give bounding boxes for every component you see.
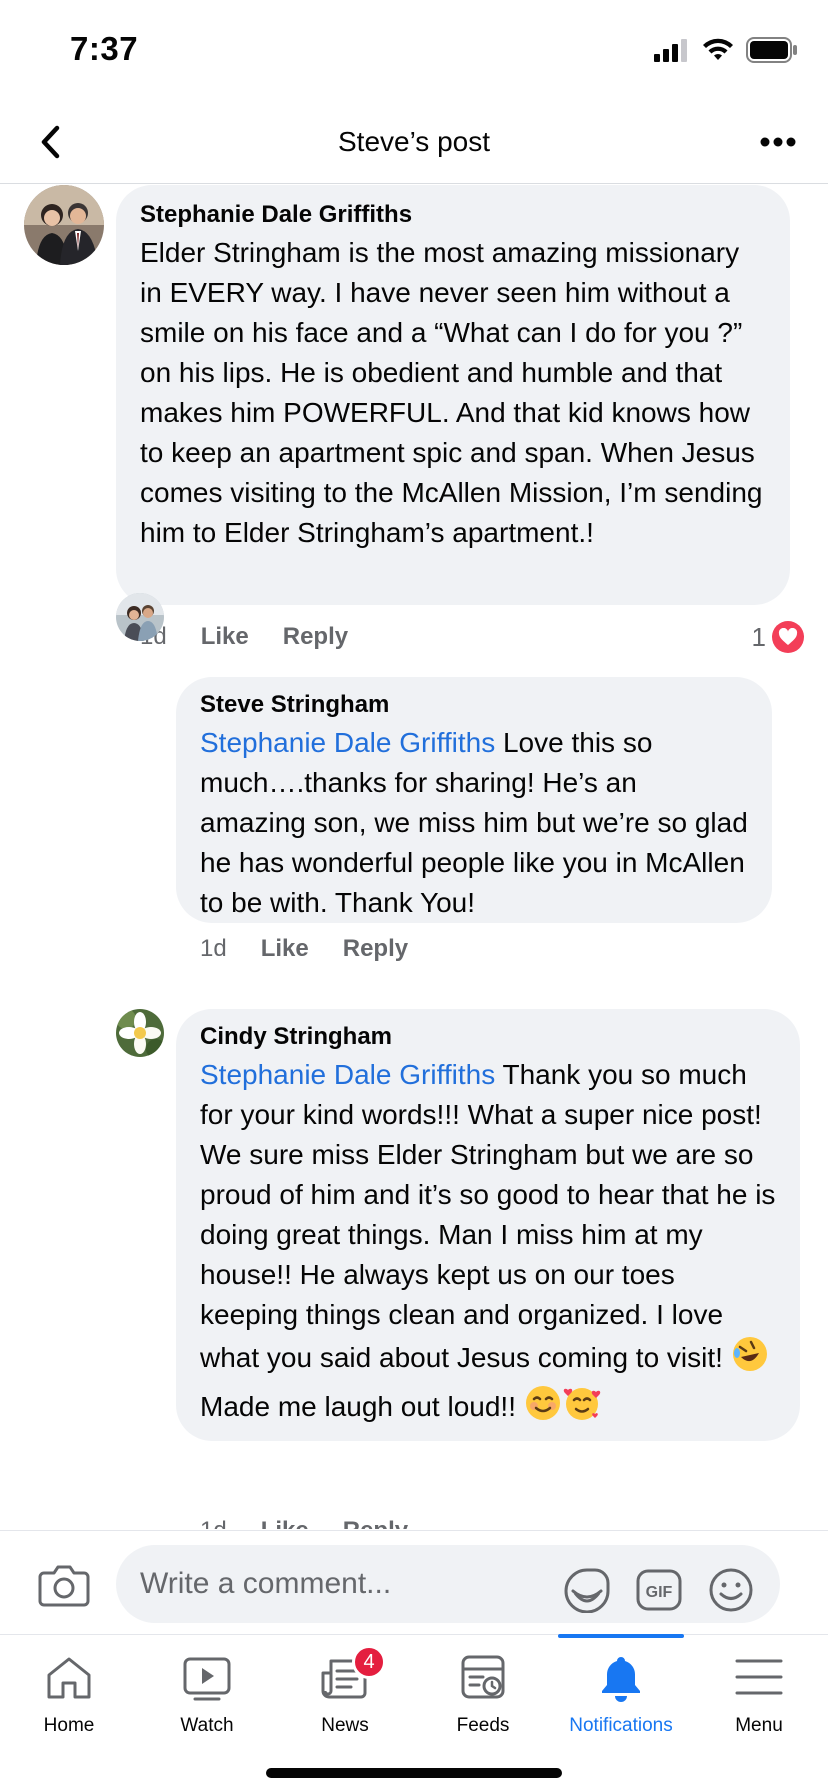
tab-home[interactable]: Home: [0, 1635, 138, 1745]
mention-link[interactable]: Stephanie Dale Griffiths: [200, 1059, 495, 1090]
comment-author[interactable]: Stephanie Dale Griffiths: [140, 201, 766, 229]
gif-icon: GIF: [636, 1569, 682, 1611]
bell-icon: [602, 1657, 640, 1702]
tab-label: Notifications: [569, 1715, 673, 1736]
more-icon: [760, 137, 796, 147]
comment-text: Stephanie Dale Griffiths Love this so mu…: [200, 723, 748, 923]
watch-icon: [183, 1657, 231, 1701]
tab-news[interactable]: 4 News: [276, 1635, 414, 1745]
status-bar: 7:37: [0, 0, 828, 100]
comment-text: Stephanie Dale Griffiths Thank you so mu…: [200, 1055, 776, 1433]
avatar[interactable]: [24, 185, 104, 265]
comment-thread[interactable]: Stephanie Dale Griffiths Elder Stringham…: [0, 185, 828, 1529]
tab-label: Home: [43, 1715, 95, 1736]
comment-time: 1d: [200, 935, 227, 962]
tab-label: Watch: [180, 1715, 234, 1736]
notification-badge: 4: [352, 1645, 386, 1679]
status-icons: [654, 36, 798, 64]
like-button[interactable]: Like: [261, 935, 309, 963]
tab-label: Menu: [735, 1715, 783, 1736]
more-options-button[interactable]: [758, 128, 798, 156]
comment-actions: 1d Like Reply: [200, 929, 442, 969]
camera-icon: [38, 1565, 90, 1607]
battery-icon: [746, 37, 797, 63]
page-title: Steve’s post: [337, 126, 491, 157]
tab-label: News: [321, 1715, 369, 1736]
tab-label: Feeds: [456, 1715, 510, 1736]
camera-button[interactable]: [38, 1563, 90, 1607]
gif-button[interactable]: GIF: [636, 1567, 682, 1613]
post-header: Steve’s post: [0, 100, 828, 184]
sticker-button[interactable]: [562, 1567, 612, 1614]
avatar[interactable]: [116, 593, 164, 641]
svg-text:GIF: GIF: [646, 1584, 673, 1601]
avatar[interactable]: [116, 1009, 164, 1057]
signal-icon: [654, 39, 687, 62]
tab-bar: Home Watch 4 News Feeds Notifications Me…: [0, 1634, 828, 1792]
smiling-face-emoji: [524, 1384, 562, 1433]
home-icon: [47, 1657, 91, 1699]
smiling-hearts-emoji: [562, 1384, 602, 1433]
comment-author[interactable]: Cindy Stringham: [200, 1023, 776, 1051]
tab-menu[interactable]: Menu: [690, 1635, 828, 1745]
comment-author[interactable]: Steve Stringham: [200, 691, 748, 719]
like-button[interactable]: Like: [261, 1517, 309, 1529]
feeds-icon: [461, 1655, 505, 1699]
comment-bubble[interactable]: Stephanie Dale Griffiths Elder Stringham…: [116, 185, 790, 605]
comment-actions: 1d Like Reply: [200, 1511, 442, 1529]
wifi-icon: [703, 38, 733, 60]
comment-composer: GIF: [0, 1530, 828, 1634]
reply-button[interactable]: Reply: [343, 1517, 408, 1529]
menu-icon: [735, 1659, 783, 1695]
emoji-button[interactable]: [708, 1567, 754, 1613]
rolling-laughing-emoji: [731, 1335, 769, 1384]
comment-text-body-2: Made me laugh out loud!!: [200, 1390, 524, 1422]
comment-bubble[interactable]: Cindy Stringham Stephanie Dale Griffiths…: [176, 1009, 800, 1441]
sticker-icon: [564, 1568, 610, 1614]
comment: Stephanie Dale Griffiths Elder Stringham…: [0, 185, 828, 605]
status-time: 7:37: [70, 30, 139, 67]
mention-link[interactable]: Stephanie Dale Griffiths: [200, 727, 495, 758]
comment-time: 1d: [200, 1517, 227, 1529]
comment-text: Elder Stringham is the most amazing miss…: [140, 237, 763, 548]
comment-bubble[interactable]: Steve Stringham Stephanie Dale Griffiths…: [176, 677, 772, 923]
tab-watch[interactable]: Watch: [138, 1635, 276, 1745]
reply-button[interactable]: Reply: [343, 935, 408, 963]
home-indicator: [266, 1768, 562, 1778]
comment-text-body: Thank you so much for your kind words!!!…: [200, 1059, 776, 1373]
tab-feeds[interactable]: Feeds: [414, 1635, 552, 1745]
tab-notifications[interactable]: Notifications: [552, 1635, 690, 1745]
emoji-icon: [709, 1568, 753, 1612]
